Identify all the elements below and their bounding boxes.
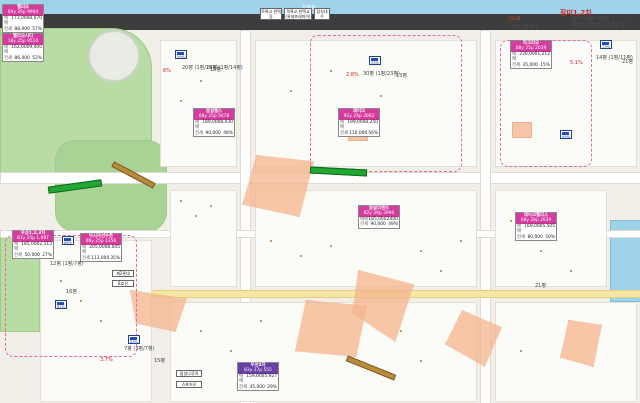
info-status: 사업시행 인가 <box>512 25 538 30</box>
complex-card[interactable]: 파크리오 08y 25p 2039 매매 230,000 1,212 전세 35,00… <box>510 40 552 70</box>
complex-card[interactable]: 잠실리센츠 82y 26p 3990 매매 185,000 2400 전세 90,00… <box>358 205 400 229</box>
pyeong-label: 13평 <box>396 73 407 79</box>
pyeong-label: 21평 <box>535 283 546 289</box>
pct-label: 5.1% <box>570 60 583 66</box>
city-block <box>170 190 237 287</box>
station-marker[interactable]: 82% <box>55 300 67 309</box>
complex-card[interactable]: 우성1,2,3차 81y 25p 1,087 매매 185,000 2,113 전세… <box>12 230 54 260</box>
complex-card[interactable]: 우성4차 83y 27p 555 매매 159,000 5,927 전세 45,000… <box>237 362 279 392</box>
top-tag: 잠실대 수 <box>314 8 330 20</box>
pyeong-label: 15평 <box>154 358 165 364</box>
station-marker[interactable]: 99% <box>175 50 187 59</box>
complex-card[interactable]: 잠실엘스 08y 25p 5678 매매 189,000 8,030 전세 90,00… <box>193 108 235 138</box>
complex-card[interactable]: 레이크팰리스 08y 28p 2039 매매 169,000 5,505 전세 80,… <box>515 212 557 242</box>
redevelopment-zone <box>295 300 367 357</box>
complex-card[interactable]: 레이크 92y 24p 3002 매매 199,000 8,250 전세 110,00… <box>338 108 380 138</box>
pct-label: 6% <box>163 68 171 74</box>
pct-label: 2.8% <box>346 72 359 78</box>
pyeong-label: 16평 <box>66 289 77 295</box>
info-status: 재건축 조합설립 인가 진행 중 <box>572 23 625 28</box>
road-tag: 스포츠유 <box>176 381 202 388</box>
station-marker[interactable]: 99% <box>560 130 572 139</box>
top-tag: 목록교 한택동 <box>260 8 282 20</box>
top-tag: 목록교 한택교 (롯데프레미아) <box>284 8 312 20</box>
info-status: 신도계 <box>508 17 520 22</box>
station-marker[interactable]: 86% <box>62 236 74 245</box>
station-marker[interactable]: 93% <box>369 56 381 65</box>
pct-label: 3.7% <box>100 357 113 363</box>
station-marker[interactable]: 73% <box>600 40 612 49</box>
complex-card[interactable]: 헬리오 09y 26p 9904 매매 173,000 8,070 전세 88,000… <box>2 4 44 34</box>
pyeong-label: 18평 <box>210 67 221 73</box>
stadium <box>88 30 140 82</box>
road-tag: 잠실나루역 <box>176 370 202 377</box>
pyeong-label: 30평 (1평/23평) <box>363 71 400 77</box>
road-tag: 제2롯데 <box>112 270 134 277</box>
road-tag: 8호선 <box>112 280 134 287</box>
pyeong-label: 7평 (3평/7평) <box>124 346 155 352</box>
real-estate-map[interactable]: 한택로 목록교 한택동 목록교 한택교 (롯데프레미아) <box>0 0 640 403</box>
district-boundary <box>310 35 462 172</box>
station-marker[interactable]: 83% <box>128 335 140 344</box>
pyeong-label: 21평 <box>622 59 633 65</box>
complex-card[interactable]: 아시아선수촌 86y 25p 1356 매매 205,000 8,045 전세 113… <box>80 233 122 263</box>
complex-card[interactable]: 헬리오시티 18y 25p 9510 매매 162,000 9,400 전세 86,0… <box>2 33 44 63</box>
pyeong-label: 12평 (1평/7평) <box>50 261 84 267</box>
city-block <box>160 40 237 167</box>
